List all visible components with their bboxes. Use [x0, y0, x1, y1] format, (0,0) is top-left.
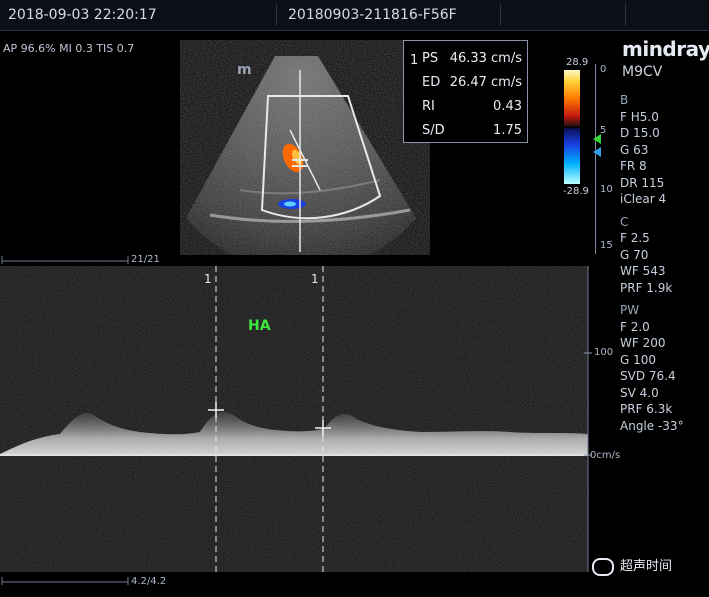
b-param: iClear 4 — [620, 192, 667, 206]
b-param: G 63 — [620, 142, 649, 157]
watermark-text: 超声时间 — [620, 559, 673, 574]
caliper-label: 1 — [311, 272, 319, 286]
divider — [625, 4, 626, 26]
wechat-icon — [592, 557, 614, 576]
depth-tick-0: 0 — [600, 64, 607, 75]
pw-param: F 2.0 — [620, 319, 650, 334]
color-scale-max: 28.9 — [566, 57, 589, 68]
c-param: WF 543 — [620, 264, 666, 278]
orientation-mark-icon: m — [237, 62, 252, 78]
b-param: DR 115 — [620, 175, 665, 190]
c-param: G 70 — [620, 247, 649, 262]
depth-tick-15: 15 — [600, 240, 613, 251]
divider — [276, 4, 277, 26]
top-bar: 2018-09-03 22:20:17 20180903-211816-F56F — [0, 0, 709, 31]
color-mode-header: C — [620, 214, 629, 229]
probe-name: M9CV — [622, 64, 663, 80]
pw-param: SVD 76.4 — [620, 369, 676, 383]
pw-param: WF 200 — [620, 336, 666, 350]
b-param: D 15.0 — [620, 126, 660, 140]
exam-datetime: 2018-09-03 22:20:17 — [8, 7, 157, 23]
measurement-box: 1 PS 46.33 cm/s ED 26.47 cm/s RI 0.43 S/… — [403, 40, 528, 143]
velocity-scale — [584, 266, 592, 572]
caliper-label: 1 — [204, 272, 212, 286]
bmode-image — [186, 56, 416, 255]
depth-tick-10: 10 — [600, 184, 613, 195]
acoustic-params: AP 96.6% MI 0.3 TIS 0.7 — [3, 42, 135, 55]
upper-scale-bar — [1, 256, 129, 264]
color-scale-min: -28.9 — [563, 186, 589, 197]
velocity-baseline-label: 0cm/s — [590, 450, 621, 461]
c-param: F 2.5 — [620, 231, 650, 245]
vessel-label: HA — [248, 318, 271, 334]
pw-param: PRF 6.3k — [620, 402, 673, 416]
pw-param: Angle -33° — [620, 418, 684, 433]
c-param: PRF 1.9k — [620, 280, 673, 295]
pw-mode-header: PW — [620, 303, 640, 317]
parameter-panel: B F H5.0 D 15.0 G 63 FR 8 DR 115 iClear … — [620, 92, 684, 434]
b-mode-header: B — [620, 93, 629, 107]
divider — [500, 4, 501, 26]
measurement-index: 1 — [410, 53, 419, 68]
upper-scale-label: 21/21 — [131, 254, 160, 265]
lower-scale-bar — [1, 577, 129, 585]
brand-logo: mindray — [622, 37, 709, 61]
b-param: FR 8 — [620, 159, 647, 173]
b-param: F H5.0 — [620, 109, 659, 124]
lower-scale-label: 4.2/4.2 — [131, 576, 167, 587]
pw-param: G 100 — [620, 352, 657, 367]
color-velocity-bar — [564, 70, 580, 184]
pw-param: SV 4.0 — [620, 385, 659, 400]
spectral-doppler-display — [0, 266, 588, 572]
velocity-tick-100: 100 — [594, 347, 614, 358]
focus-marker-icon[interactable] — [591, 130, 603, 160]
watermark: 超声时间 — [592, 555, 702, 577]
study-id: 20180903-211816-F56F — [288, 7, 457, 23]
